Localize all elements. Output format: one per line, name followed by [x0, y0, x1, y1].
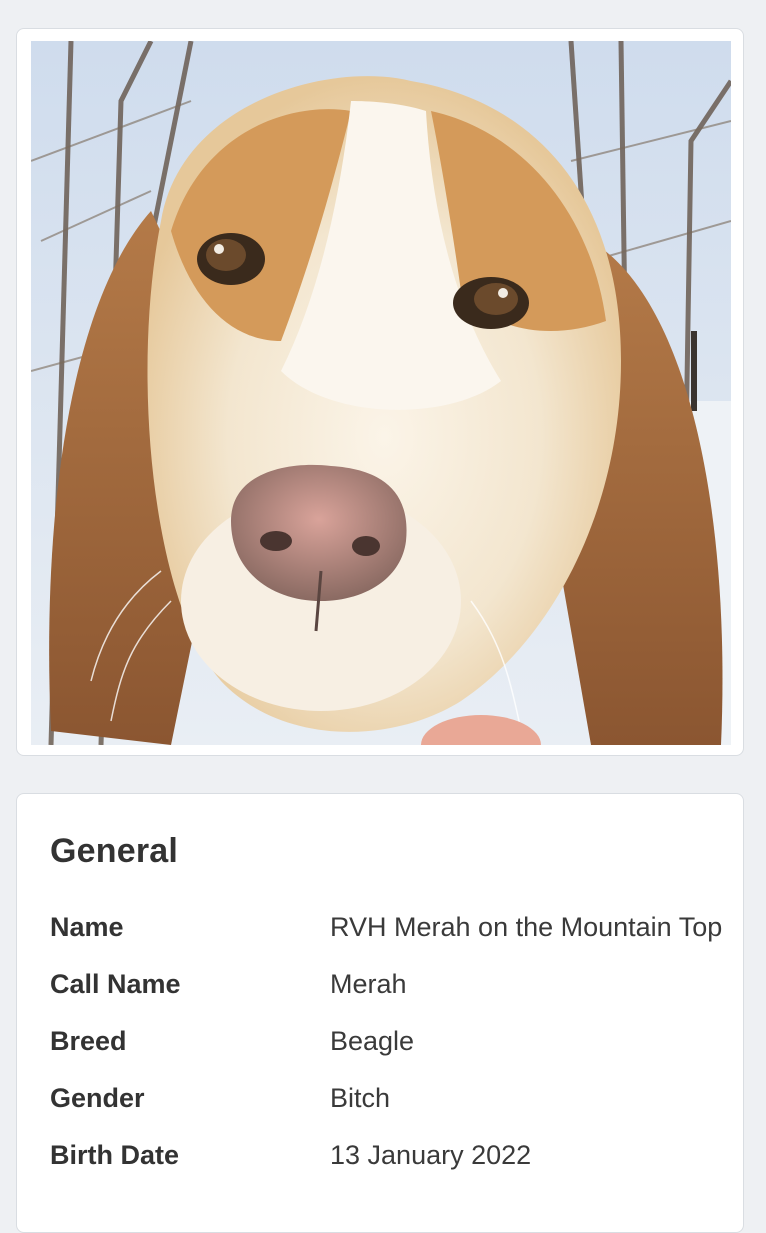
info-value: Bitch [330, 1083, 391, 1113]
info-label: Breed [50, 1026, 127, 1056]
info-label: Call Name [50, 969, 181, 999]
info-row-name: Name RVH Merah on the Mountain Top [50, 906, 730, 949]
beagle-photo-illustration [31, 41, 731, 745]
info-value: Beagle [330, 1026, 415, 1056]
general-section-title: General [50, 832, 179, 870]
info-row-call-name: Call Name Merah [50, 963, 730, 1006]
info-row-birth-date: Birth Date 13 January 2022 [50, 1134, 730, 1177]
info-label: Gender [50, 1083, 145, 1113]
dog-photo-card [16, 28, 744, 756]
info-value: Merah [330, 969, 407, 999]
info-value: 13 January 2022 [330, 1140, 532, 1170]
general-info-card: General Name RVH Merah on the Mountain T… [16, 793, 744, 1233]
dog-photo[interactable] [31, 41, 731, 745]
info-label: Name [50, 912, 124, 942]
info-value: RVH Merah on the Mountain Top [330, 912, 723, 942]
info-label: Birth Date [50, 1140, 180, 1170]
info-row-gender: Gender Bitch [50, 1077, 730, 1120]
general-info-list: Name RVH Merah on the Mountain Top Call … [50, 906, 730, 1191]
info-row-breed: Breed Beagle [50, 1020, 730, 1063]
